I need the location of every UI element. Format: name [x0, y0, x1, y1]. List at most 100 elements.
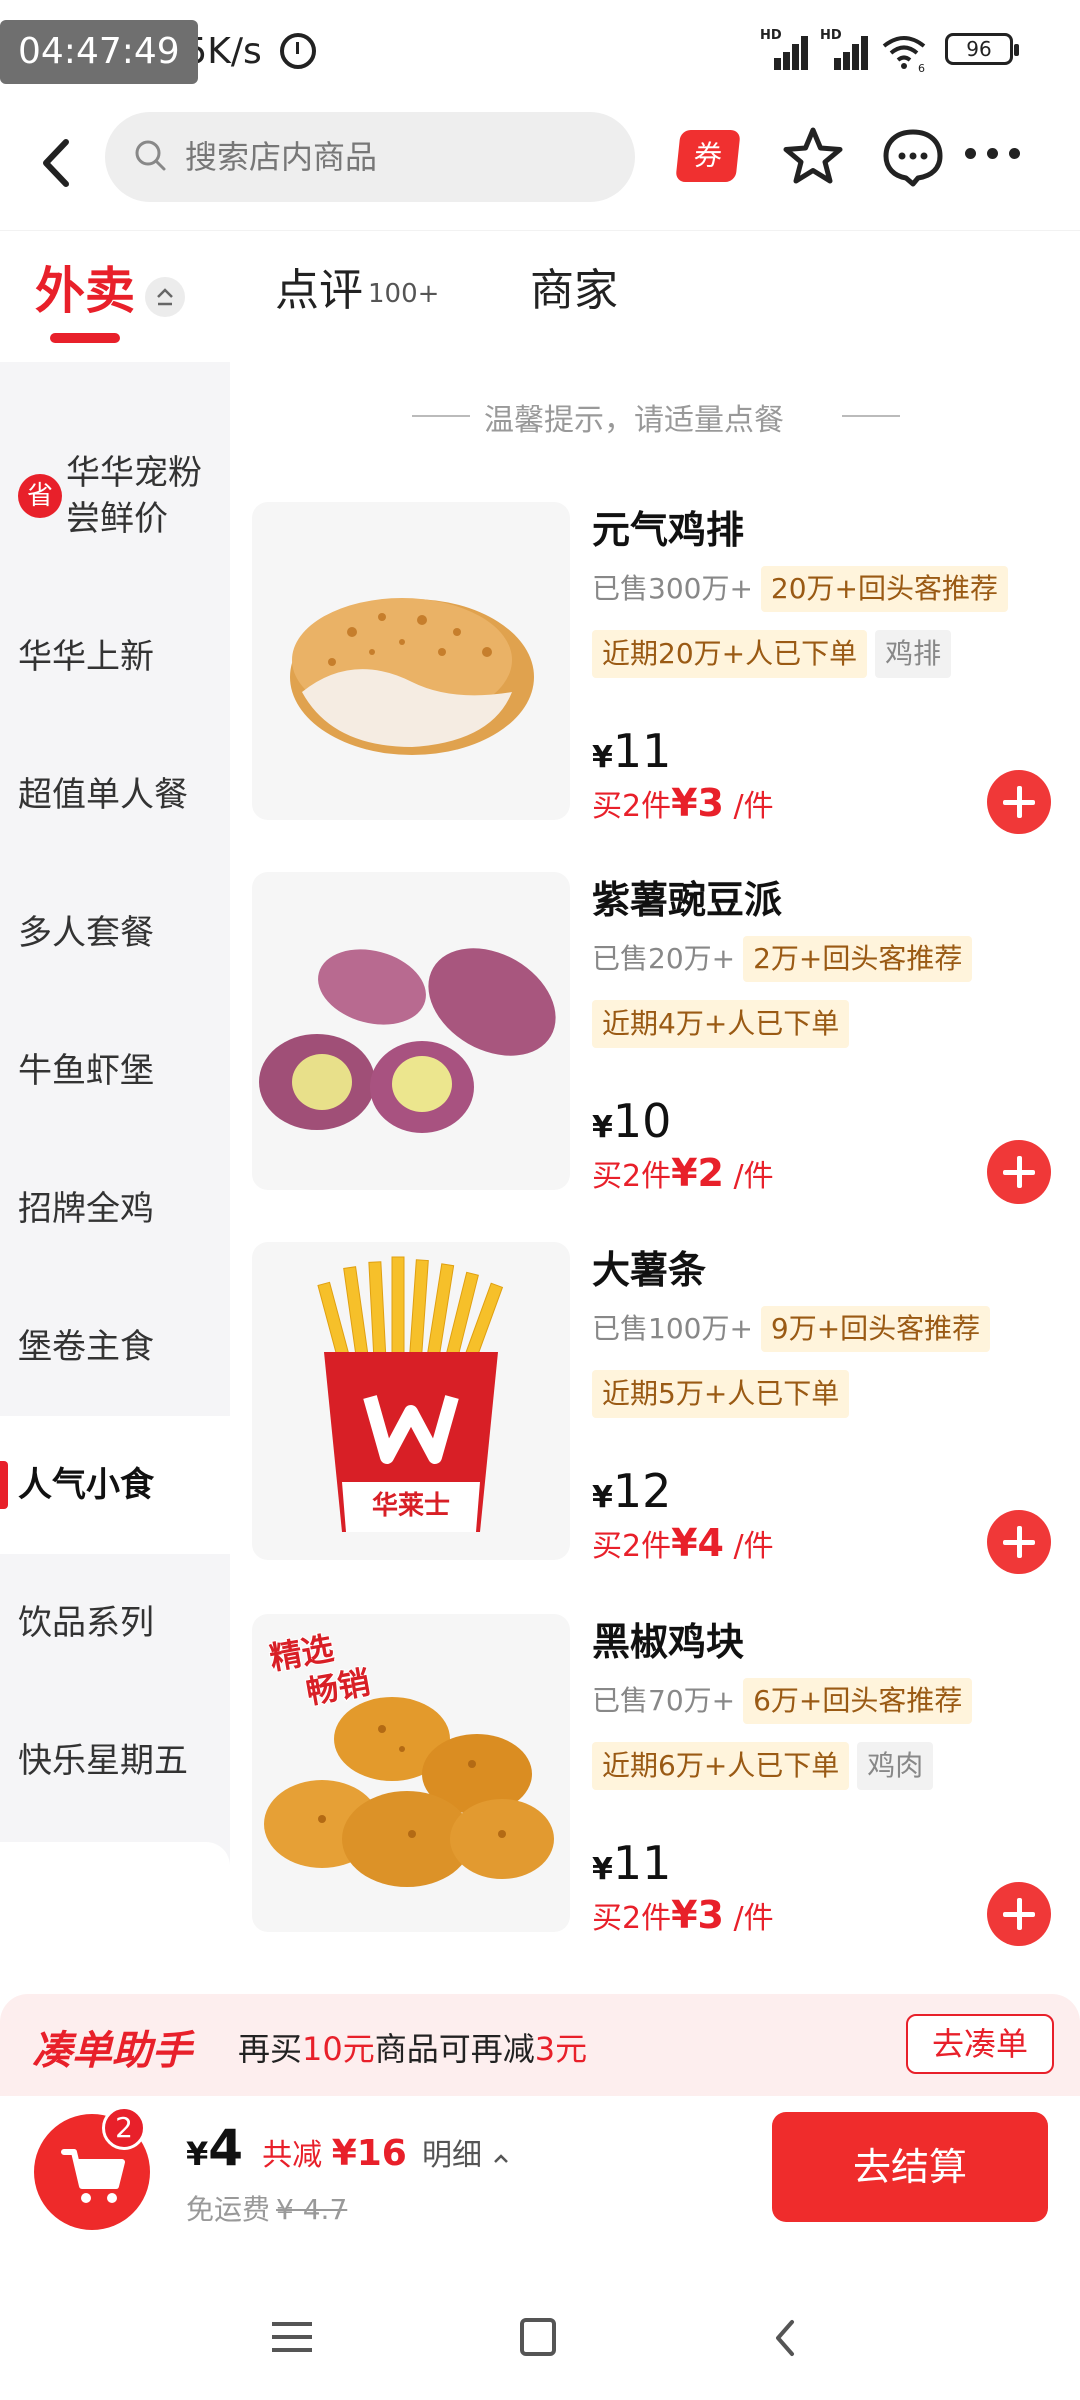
sold-count: 已售20万+ — [592, 942, 736, 975]
saved-amount: ¥16 — [331, 2133, 407, 2174]
sidebar-item-staples[interactable]: 堡卷主食 — [0, 1324, 230, 1370]
coupon-button[interactable]: 券 — [675, 130, 741, 182]
recommend-tag: 6万+回头客推荐 — [743, 1678, 973, 1724]
active-category-marker — [0, 1461, 8, 1509]
product-tags: 近期4万+人已下单 — [592, 1000, 850, 1048]
cart-savings: 共减 ¥16 — [262, 2133, 407, 2174]
recommend-tag: 20万+回头客推荐 — [760, 566, 1008, 612]
sidebar-item-drinks[interactable]: 饮品系列 — [0, 1600, 230, 1646]
product-sales: 已售300万+ 20万+回头客推荐 — [592, 566, 1008, 612]
product-card[interactable]: 华莱士 大薯条 已售100万+ 9万+回头客推荐 近期5万+人已下单 ¥12 买2… — [252, 1242, 1080, 1612]
recent-orders-tag: 近期5万+人已下单 — [592, 1370, 850, 1418]
favorite-star-icon[interactable] — [780, 124, 846, 190]
assistant-message: 再买10元商品可再减3元 — [238, 2024, 587, 2070]
more-options-icon[interactable] — [965, 148, 1025, 164]
sidebar-item-new[interactable]: 华华上新 — [0, 634, 230, 680]
sidebar-item-label: 人气小食 — [18, 1465, 154, 1505]
add-to-cart-button[interactable] — [987, 770, 1051, 834]
store-tabs: 外卖 点评 100+ 商家 — [0, 230, 1080, 360]
sidebar-item-happy-friday[interactable]: 快乐星期五 — [0, 1738, 230, 1784]
menu-icon[interactable] — [272, 2322, 312, 2352]
sidebar-item-trial-price[interactable]: 省华华宠粉尝鲜价 — [0, 450, 230, 542]
search-icon — [135, 140, 166, 171]
active-tab-indicator — [50, 333, 120, 343]
add-to-cart-button[interactable] — [987, 1510, 1051, 1574]
cart-bar: 2 ¥4 共减 ¥16 明细 免运费 ¥ 4.7 去结算 — [0, 2096, 1080, 2241]
search-bar[interactable] — [105, 112, 635, 202]
sidebar-item-group-meal[interactable]: 多人套餐 — [0, 910, 230, 956]
product-tags: 近期20万+人已下单 鸡排 — [592, 630, 952, 678]
back-button[interactable] — [30, 128, 86, 198]
category-tag: 鸡肉 — [857, 1742, 934, 1790]
alarm-icon — [280, 33, 316, 69]
sidebar-item-burgers[interactable]: 牛鱼虾堡 — [0, 1048, 230, 1094]
recommend-tag: 9万+回头客推荐 — [760, 1306, 991, 1352]
sidebar-item-single-meal[interactable]: 超值单人餐 — [0, 772, 230, 818]
checkout-button[interactable]: 去结算 — [772, 2112, 1048, 2222]
deal-price: ¥2 — [671, 1151, 724, 1195]
purple-potato-pie-image — [259, 948, 556, 1133]
tab-reviews[interactable]: 点评 — [275, 261, 363, 321]
cart-count-badge: 2 — [102, 2106, 146, 2150]
bundle-assistant-bar: 凑单助手 再买10元商品可再减3元 去凑单 — [0, 1994, 1080, 2096]
french-fries-image: 华莱士 — [317, 1256, 504, 1532]
product-name: 紫薯豌豆派 — [592, 878, 783, 922]
deal-price: ¥3 — [671, 1893, 724, 1937]
assistant-discount: 3元 — [534, 2030, 588, 2068]
chicken-cutlet-image — [290, 598, 534, 755]
tab-delivery[interactable]: 外卖 — [35, 261, 135, 321]
home-icon[interactable] — [520, 2318, 556, 2356]
hd-label: HD — [760, 28, 782, 43]
signal-icon: HD — [760, 28, 810, 70]
currency-symbol: ¥ — [592, 740, 613, 775]
assistant-text-2: 商品可再减 — [374, 2030, 535, 2068]
saved-label: 共减 — [262, 2138, 323, 2173]
collapse-up-icon[interactable] — [145, 277, 185, 317]
cart-total: ¥4 共减 ¥16 明细 — [186, 2118, 510, 2190]
recent-orders-tag: 近期4万+人已下单 — [592, 1000, 850, 1048]
recent-orders-tag: 近期6万+人已下单 — [592, 1742, 850, 1790]
product-name: 黑椒鸡块 — [592, 1620, 745, 1664]
deal-unit: /件 — [733, 1901, 774, 1936]
product-card[interactable]: 紫薯豌豆派 已售20万+ 2万+回头客推荐 近期4万+人已下单 ¥10 买2件¥2… — [252, 872, 1080, 1242]
detail-label: 明细 — [421, 2138, 482, 2173]
currency-symbol: ¥ — [592, 1110, 613, 1145]
product-image — [252, 872, 570, 1190]
tip-text: 温馨提示，请适量点餐 — [484, 403, 784, 438]
product-card[interactable]: 元气鸡排 已售300万+ 20万+回头客推荐 近期20万+人已下单 鸡排 ¥11 买… — [252, 502, 1080, 872]
deal-price: ¥4 — [671, 1521, 724, 1565]
assistant-amount: 10元 — [302, 2030, 375, 2068]
search-input[interactable] — [185, 112, 605, 202]
add-to-cart-button[interactable] — [987, 1882, 1051, 1946]
sidebar-item-whole-chicken[interactable]: 招牌全鸡 — [0, 1186, 230, 1232]
deal-prefix: 买2件 — [592, 789, 672, 824]
wifi-label: 6 — [918, 62, 925, 72]
deal-prefix: 买2件 — [592, 1901, 672, 1936]
product-image: 精选 畅销 — [252, 1614, 570, 1932]
category-tag: 鸡排 — [875, 630, 952, 678]
recent-orders-tag: 近期20万+人已下单 — [592, 630, 868, 678]
sidebar-item-popular-snacks[interactable]: 人气小食 — [0, 1416, 230, 1554]
category-sidebar: 省华华宠粉尝鲜价 华华上新 超值单人餐 多人套餐 牛鱼虾堡 招牌全鸡 堡卷主食 … — [0, 362, 230, 2002]
chicken-nuggets-image: 精选 畅销 — [264, 1628, 554, 1887]
product-sales: 已售70万+ 6万+回头客推荐 — [592, 1678, 973, 1724]
product-card[interactable]: 精选 畅销 黑椒鸡块 已售70万+ 6万+回头客推荐 近期6万+人已下单 鸡肉 ¥1… — [252, 1614, 1080, 1984]
tab-merchant[interactable]: 商家 — [530, 261, 618, 321]
deal-unit: /件 — [733, 789, 774, 824]
product-sales: 已售20万+ 2万+回头客推荐 — [592, 936, 973, 982]
sidebar-item-label: 华华宠粉尝鲜价 — [66, 453, 202, 539]
recommend-tag: 2万+回头客推荐 — [743, 936, 973, 982]
currency-symbol: ¥ — [186, 2135, 209, 2173]
assistant-text-1: 再买 — [238, 2030, 303, 2068]
customer-service-icon[interactable] — [880, 124, 946, 190]
sold-count: 已售100万+ — [592, 1312, 753, 1345]
add-more-items-button[interactable]: 去凑单 — [906, 2014, 1054, 2074]
product-tags: 近期5万+人已下单 — [592, 1370, 850, 1418]
add-to-cart-button[interactable] — [987, 1140, 1051, 1204]
price-value: 11 — [612, 1836, 672, 1890]
hd-label-2: HD — [820, 28, 842, 43]
product-sales: 已售100万+ 9万+回头客推荐 — [592, 1306, 991, 1352]
cart-detail-link[interactable]: 明细 — [422, 2138, 510, 2173]
deal-prefix: 买2件 — [592, 1529, 672, 1564]
nav-back-icon[interactable] — [770, 2318, 800, 2358]
